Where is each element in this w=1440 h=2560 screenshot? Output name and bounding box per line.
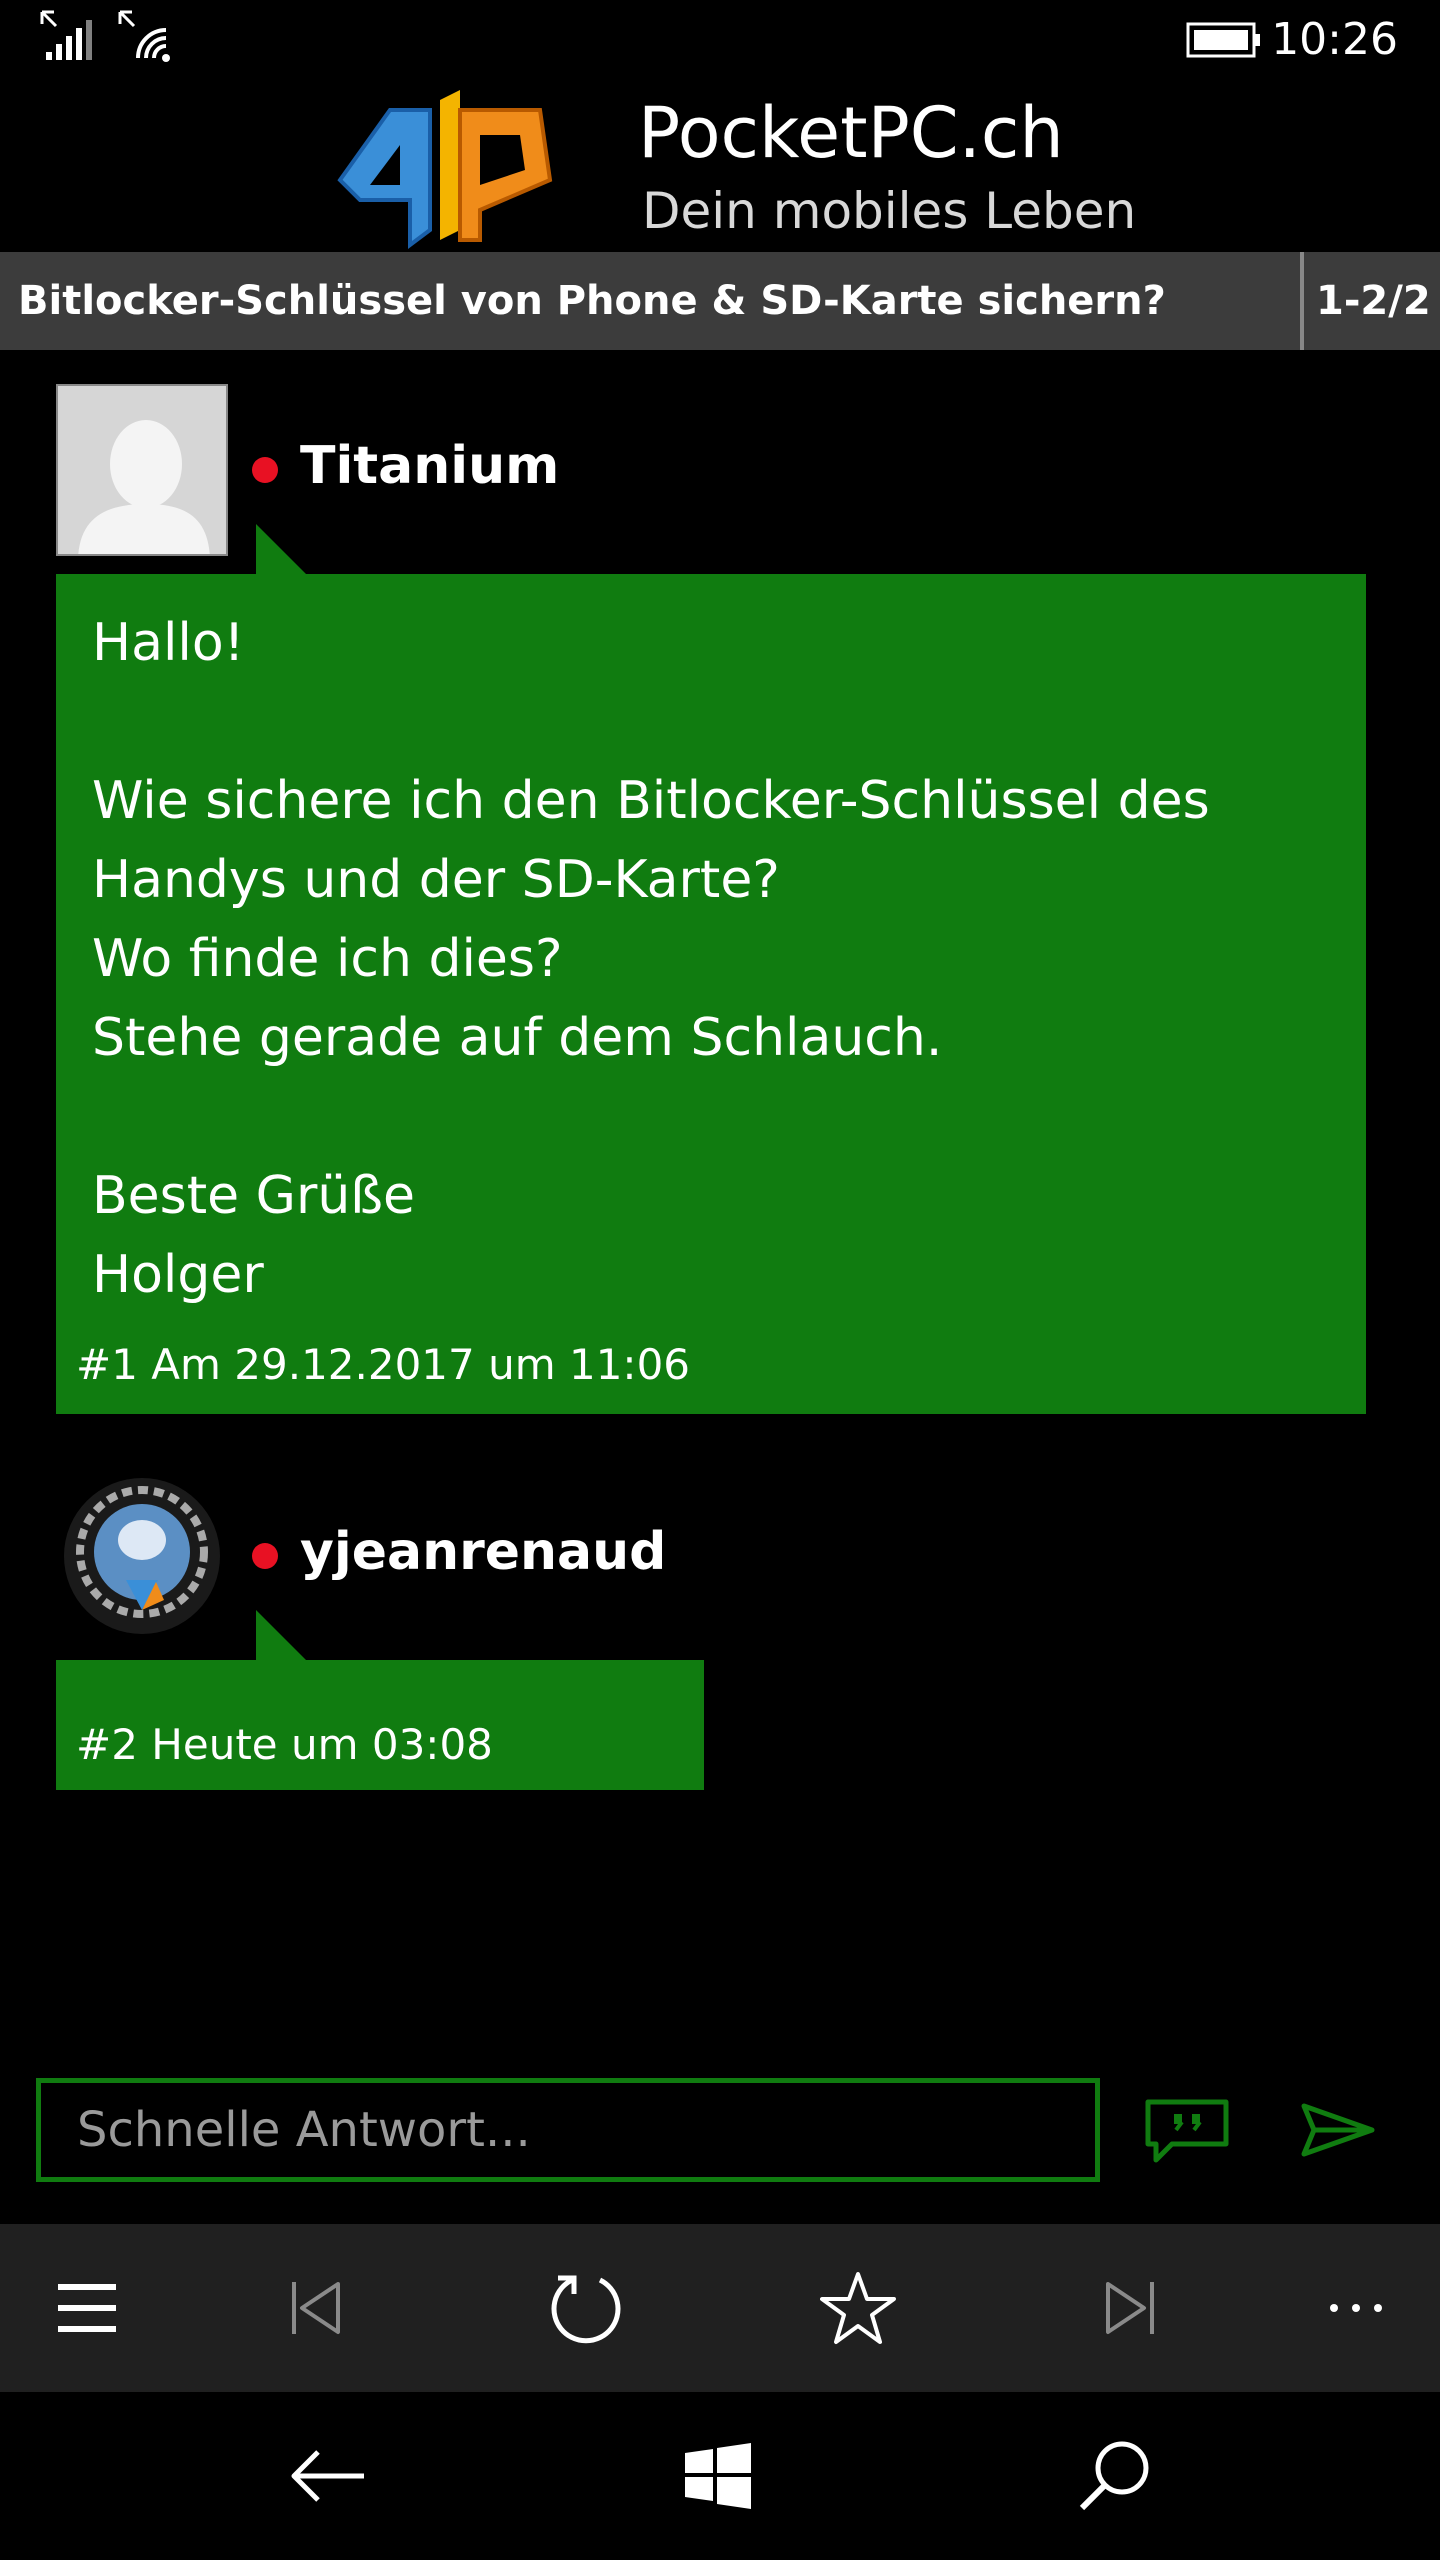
default-avatar-icon: [78, 420, 210, 554]
favorite-button[interactable]: [808, 2258, 908, 2358]
site-subtitle: Dein mobiles Leben: [642, 182, 1137, 240]
back-button[interactable]: [278, 2426, 378, 2526]
quote-button[interactable]: [1142, 2096, 1232, 2166]
system-nav-bar: [0, 2392, 1440, 2560]
refresh-button[interactable]: [536, 2258, 636, 2358]
post-number: #1: [76, 1340, 138, 1389]
last-page-icon: [1106, 2282, 1154, 2334]
status-bar: 10:26: [0, 0, 1440, 80]
divider: [1300, 252, 1304, 350]
first-page-button[interactable]: [266, 2258, 366, 2358]
menu-icon: [58, 2284, 116, 2332]
page-indicator[interactable]: 1-2/2: [1316, 278, 1431, 324]
app-header: PocketPC.ch Dein mobiles Leben: [0, 80, 1440, 250]
post-number: #2: [76, 1720, 138, 1769]
avatar[interactable]: [56, 1470, 228, 1642]
avatar[interactable]: [56, 384, 228, 556]
signal-icon: [40, 10, 92, 60]
send-icon: [1301, 2103, 1375, 2157]
windows-button[interactable]: [668, 2426, 768, 2526]
thread-title: Bitlocker-Schlüssel von Phone & SD-Karte…: [18, 278, 1166, 324]
last-page-button[interactable]: [1080, 2258, 1180, 2358]
star-icon: [820, 2272, 896, 2344]
search-icon: [1079, 2441, 1149, 2511]
user-avatar-icon: [64, 1478, 220, 1634]
back-icon: [291, 2450, 364, 2502]
wifi-icon: [118, 10, 170, 62]
post-meta: #2 Heute um 03:08: [76, 1720, 493, 1769]
online-status-dot: [252, 1543, 278, 1569]
online-status-dot: [252, 457, 278, 483]
menu-button[interactable]: [38, 2258, 138, 2358]
more-icon: [1330, 2304, 1382, 2312]
quote-icon: [1145, 2099, 1229, 2163]
site-title: PocketPC.ch: [638, 92, 1064, 174]
search-button[interactable]: [1064, 2426, 1164, 2526]
more-button[interactable]: [1306, 2258, 1406, 2358]
post-username[interactable]: Titanium: [300, 436, 559, 496]
post-bubble[interactable]: Hallo! Wie sichere ich den Bitlocker-Sch…: [56, 574, 1366, 1414]
bubble-tail: [256, 1610, 306, 1660]
post-username[interactable]: yjeanrenaud: [300, 1522, 666, 1582]
windows-icon: [685, 2443, 751, 2509]
battery-icon: [1186, 22, 1260, 58]
thread-title-bar: Bitlocker-Schlüssel von Phone & SD-Karte…: [0, 252, 1440, 350]
post-body: Hallo! Wie sichere ich den Bitlocker-Sch…: [92, 613, 1210, 1305]
pocketpc-logo-icon: [337, 90, 553, 249]
quick-reply-input[interactable]: [36, 2078, 1100, 2182]
post-date: Am 29.12.2017 um 11:06: [151, 1340, 691, 1389]
clock: 10:26: [1271, 14, 1398, 65]
refresh-icon: [551, 2275, 621, 2344]
bubble-tail: [256, 524, 306, 574]
post-date: Heute um 03:08: [151, 1720, 493, 1769]
post-meta: #1 Am 29.12.2017 um 11:06: [76, 1340, 690, 1389]
app-bar: [0, 2224, 1440, 2392]
first-page-icon: [292, 2282, 340, 2334]
send-button[interactable]: [1300, 2100, 1376, 2160]
post-bubble[interactable]: #2 Heute um 03:08: [56, 1660, 704, 1790]
